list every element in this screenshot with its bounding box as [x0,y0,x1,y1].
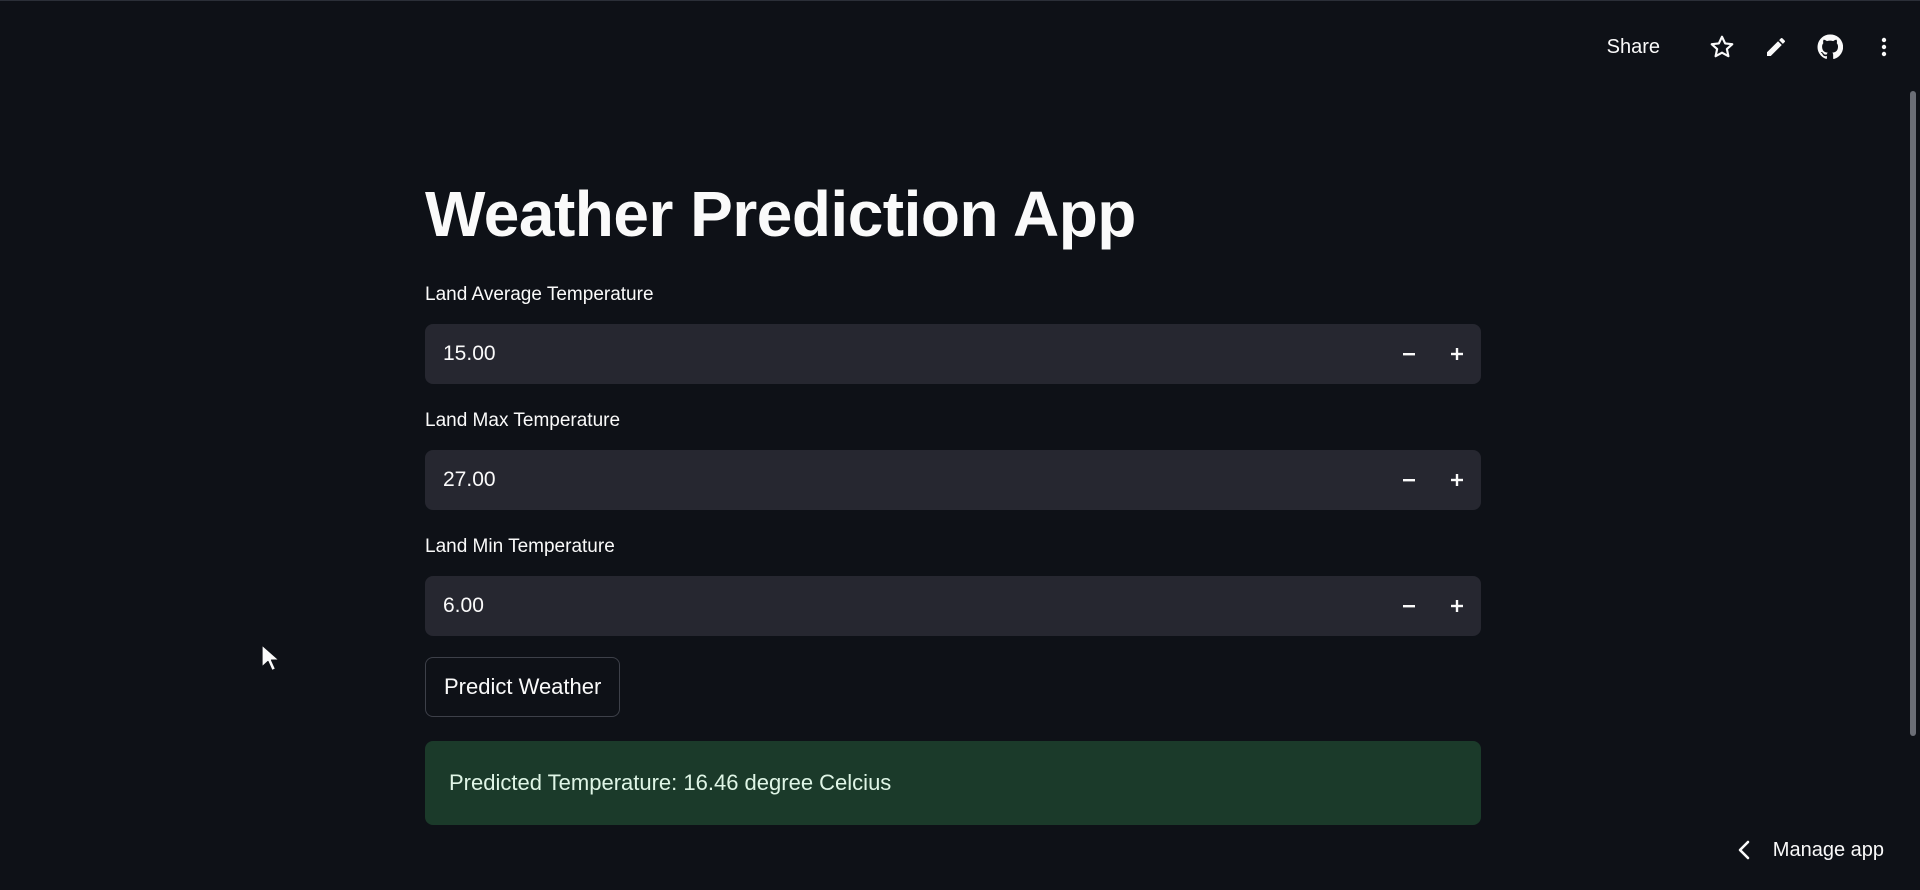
star-icon[interactable] [1706,31,1738,63]
scrollbar[interactable] [1910,91,1916,736]
decrement-button[interactable] [1385,324,1433,384]
field-label: Land Max Temperature [425,410,621,431]
number-input [425,449,1481,511]
pencil-icon[interactable] [1760,31,1792,63]
number-input [425,575,1481,637]
field-label: Land Min Temperature [425,536,615,557]
more-vertical-icon[interactable] [1868,31,1900,63]
land-average-temperature-input[interactable] [425,323,1385,385]
prediction-result-text: Predicted Temperature: 16.46 degree Celc… [449,770,892,795]
chevron-left-icon [1737,840,1751,860]
decrement-button[interactable] [1385,450,1433,510]
land-max-temperature-field: Land Max Temperature [425,408,1481,511]
increment-button[interactable] [1433,450,1481,510]
app-window: Share Weather Prediction App Land Averag… [0,0,1920,890]
manage-app-label: Manage app [1772,838,1884,861]
success-alert: Predicted Temperature: 16.46 degree Celc… [425,741,1481,825]
manage-app-button[interactable]: Manage app [1737,830,1884,870]
mouse-cursor-icon [261,644,281,677]
land-average-temperature-field: Land Average Temperature [425,282,1481,385]
share-button[interactable]: Share [1595,30,1672,65]
top-toolbar: Share [1595,27,1900,67]
land-min-temperature-field: Land Min Temperature [425,534,1481,637]
land-max-temperature-input[interactable] [425,449,1385,511]
number-input [425,323,1481,385]
page-title: Weather Prediction App [425,178,1136,250]
increment-button[interactable] [1433,576,1481,636]
increment-button[interactable] [1433,324,1481,384]
land-min-temperature-input[interactable] [425,575,1385,637]
github-icon[interactable] [1814,31,1846,63]
predict-weather-button[interactable]: Predict Weather [425,657,621,717]
field-label: Land Average Temperature [425,284,654,305]
decrement-button[interactable] [1385,576,1433,636]
